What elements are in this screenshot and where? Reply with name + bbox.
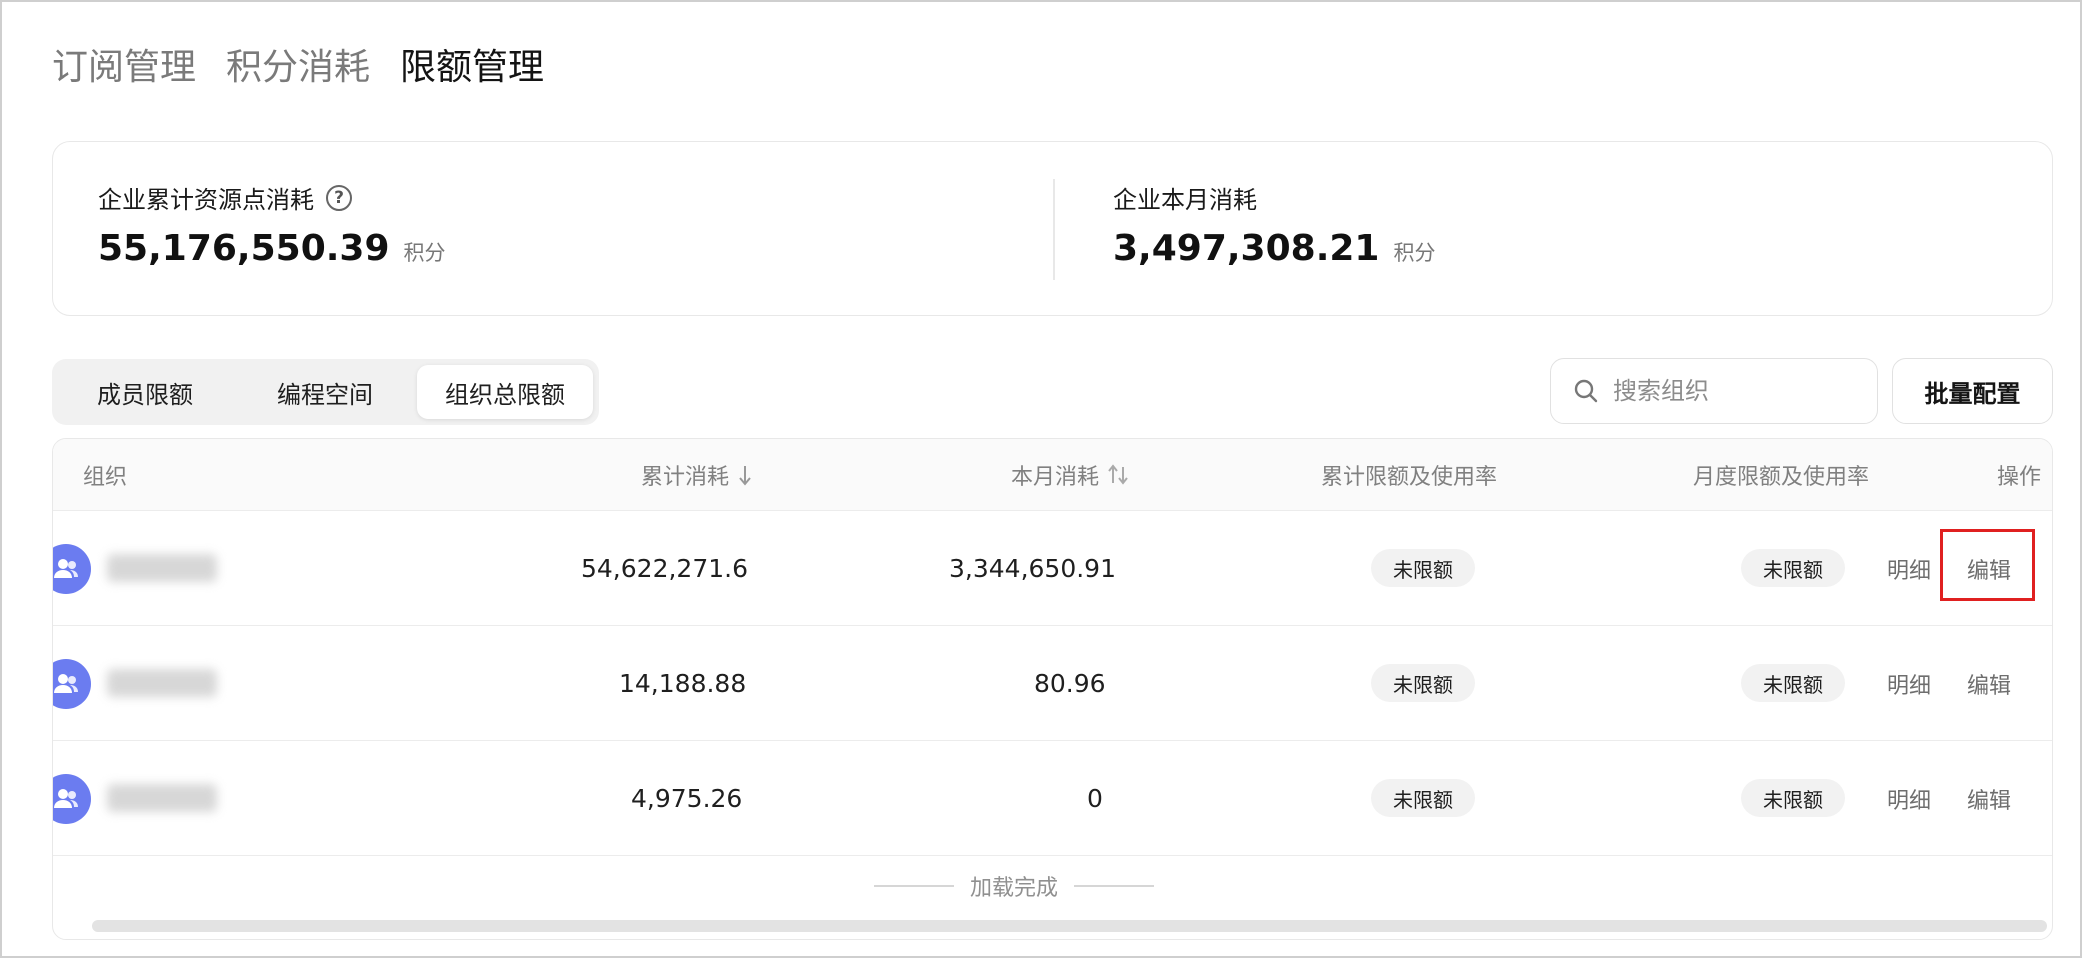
month-limit-badge: 未限额 — [1741, 549, 1845, 587]
month-usage-cell: 3,344,650.91 — [949, 554, 1116, 583]
search-icon — [1574, 379, 1598, 403]
col-total-usage[interactable]: 累计消耗 — [641, 439, 753, 511]
total-usage-cell: 14,188.88 — [619, 669, 747, 698]
sort-desc-icon[interactable] — [737, 463, 753, 487]
month-usage-value: 3,497,308.21 — [1113, 228, 1380, 269]
month-usage-cell: 80.96 — [1034, 669, 1106, 698]
load-complete-text: 加载完成 — [970, 876, 1059, 901]
col-total-usage-label: 累计消耗 — [641, 465, 730, 490]
total-usage-label: 企业累计资源点消耗 — [98, 186, 314, 214]
org-avatar — [53, 544, 91, 594]
edit-link[interactable]: 编辑 — [1967, 741, 2011, 856]
col-month-limit-label: 月度限额及使用率 — [1693, 465, 1870, 490]
load-line-right — [1074, 885, 1155, 887]
usage-summary-card: 企业累计资源点消耗 ? 55,176,550.39 积分 企业本月消耗 3,49… — [52, 141, 2053, 316]
segment-org-total-quota[interactable]: 组织总限额 — [417, 365, 593, 419]
app-frame: 订阅管理 积分消耗 限额管理 企业累计资源点消耗 ? 55,176,550.39… — [0, 0, 2082, 958]
org-avatar — [53, 774, 91, 824]
group-icon — [54, 559, 78, 578]
load-line-left — [874, 885, 954, 887]
table-row: 4,975.26 0 未限额 未限额 明细 编辑 — [53, 741, 2052, 856]
sort-both-icon[interactable] — [1107, 463, 1129, 487]
group-icon — [54, 674, 78, 693]
col-actions-label: 操作 — [1997, 465, 2042, 490]
quota-type-segmented: 成员限额 编程空间 组织总限额 — [52, 359, 599, 425]
edit-highlight-box — [1940, 529, 2035, 601]
segment-member-quota[interactable]: 成员限额 — [60, 365, 230, 419]
col-month-usage[interactable]: 本月消耗 — [1011, 439, 1129, 511]
col-org: 组织 — [83, 439, 127, 511]
group-icon — [54, 789, 78, 808]
total-limit-badge: 未限额 — [1371, 779, 1475, 817]
total-usage-label-row: 企业累计资源点消耗 ? — [98, 180, 352, 215]
tab-subscription[interactable]: 订阅管理 — [52, 38, 196, 90]
col-total-limit-label: 累计限额及使用率 — [1321, 465, 1498, 490]
org-name-blurred — [107, 784, 217, 812]
top-tabs: 订阅管理 积分消耗 限额管理 — [52, 38, 544, 90]
month-usage-label-row: 企业本月消耗 — [1113, 180, 1257, 215]
org-name-blurred — [107, 669, 217, 697]
total-usage-cell: 4,975.26 — [631, 784, 743, 813]
search-input[interactable] — [1613, 377, 1843, 405]
org-avatar — [53, 659, 91, 709]
help-icon[interactable]: ? — [326, 184, 352, 211]
col-org-label: 组织 — [83, 465, 128, 490]
tab-points-usage[interactable]: 积分消耗 — [226, 38, 370, 90]
month-usage-cell: 0 — [1087, 784, 1103, 813]
col-month-limit: 月度限额及使用率 — [1693, 439, 1869, 511]
detail-link[interactable]: 明细 — [1887, 741, 1931, 856]
search-box[interactable] — [1550, 358, 1878, 424]
batch-config-button[interactable]: 批量配置 — [1892, 358, 2053, 424]
month-usage-unit: 积分 — [1393, 241, 1436, 265]
month-usage-value-row: 3,497,308.21 积分 — [1113, 228, 1435, 269]
total-usage-value-row: 55,176,550.39 积分 — [98, 228, 446, 269]
horizontal-scrollbar[interactable] — [92, 920, 2047, 932]
detail-link[interactable]: 明细 — [1887, 626, 1931, 741]
org-quota-table: 组织 累计消耗 本月消耗 累计限额及使用率 月度限额及使用率 操作 54,622… — [52, 438, 2053, 940]
month-usage-label: 企业本月消耗 — [1113, 186, 1257, 214]
load-complete-indicator: 加载完成 — [874, 870, 1155, 902]
tab-quota-management[interactable]: 限额管理 — [400, 38, 544, 90]
table-header: 组织 累计消耗 本月消耗 累计限额及使用率 月度限额及使用率 操作 — [53, 439, 2052, 511]
summary-divider — [1053, 179, 1055, 280]
col-actions: 操作 — [1997, 439, 2041, 511]
table-row: 14,188.88 80.96 未限额 未限额 明细 编辑 — [53, 626, 2052, 741]
total-limit-badge: 未限额 — [1371, 549, 1475, 587]
edit-link[interactable]: 编辑 — [1967, 626, 2011, 741]
month-limit-badge: 未限额 — [1741, 664, 1845, 702]
segment-coding-space[interactable]: 编程空间 — [240, 365, 410, 419]
detail-link[interactable]: 明细 — [1887, 511, 1931, 626]
total-usage-unit: 积分 — [403, 241, 446, 265]
org-name-blurred — [107, 554, 217, 582]
total-usage-value: 55,176,550.39 — [98, 228, 390, 269]
col-month-usage-label: 本月消耗 — [1011, 465, 1100, 490]
total-usage-cell: 54,622,271.6 — [581, 554, 748, 583]
month-limit-badge: 未限额 — [1741, 779, 1845, 817]
table-row: 54,622,271.6 3,344,650.91 未限额 未限额 明细 编辑 — [53, 511, 2052, 626]
col-total-limit: 累计限额及使用率 — [1321, 439, 1497, 511]
total-limit-badge: 未限额 — [1371, 664, 1475, 702]
